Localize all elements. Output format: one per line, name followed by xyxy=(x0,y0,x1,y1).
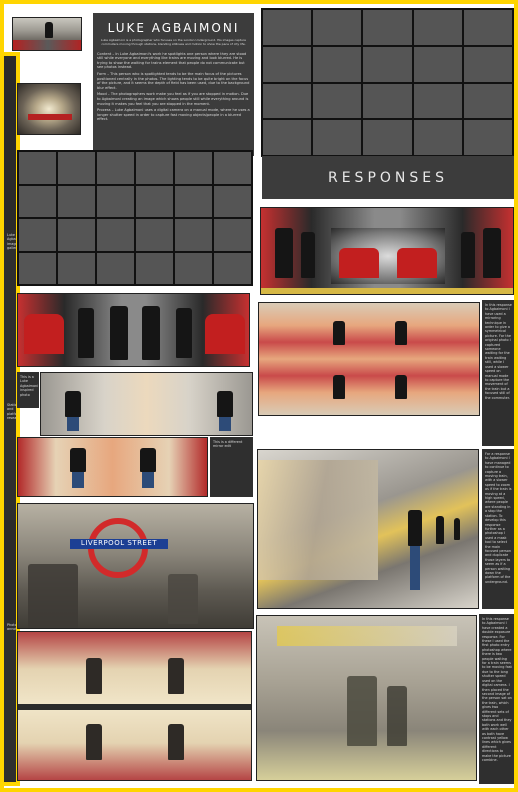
commuter-figure xyxy=(395,321,407,345)
commuter-figure xyxy=(275,228,293,278)
left-column-note: Luke Agbaimoni images gallery xyxy=(4,230,16,380)
photo-platform-motion-blur xyxy=(257,449,479,609)
form-paragraph: Form – This person who is spotlighted te… xyxy=(97,71,250,90)
commuter-figure xyxy=(454,518,460,540)
commuter-figure xyxy=(461,232,475,278)
photo-mirrored-train xyxy=(17,293,250,367)
intro-text: Luke Agbaimoni is a photographer who foc… xyxy=(100,38,247,46)
jeans-legs xyxy=(72,472,84,488)
station-name-line2: STREET xyxy=(127,539,158,547)
commuter-figure xyxy=(140,448,156,472)
commuter-figure xyxy=(86,724,102,760)
photo-liverpool-street: LIVERPOOL STREET xyxy=(17,503,254,629)
left-column-note: Photographer annotations xyxy=(4,620,16,780)
photo-mirrored-train-response xyxy=(260,207,514,295)
commuter-figure xyxy=(387,686,407,746)
station-name-bar: LIVERPOOL STREET xyxy=(70,539,168,549)
jeans-legs xyxy=(142,472,154,488)
small-note-1: This is a Luke Agbaimoni inspired photo xyxy=(17,372,39,408)
commuter-figure xyxy=(70,448,86,472)
commuter-figure xyxy=(142,306,160,360)
commuter-figure xyxy=(65,391,81,417)
artist-info-panel: LUKE AGBAIMONI Luke Agbaimoni is a photo… xyxy=(93,13,254,156)
photo-mirror-figure xyxy=(40,372,253,436)
commuter-figure xyxy=(301,232,315,278)
small-note-2: This is a different mirror edit xyxy=(210,437,253,497)
response-note-3: In this response to Agbaimoni I have cre… xyxy=(479,614,515,784)
commuter-figure xyxy=(168,574,198,624)
commuter-figure xyxy=(333,321,345,345)
photo-blurred-symmetry xyxy=(258,302,480,416)
commuter-figure xyxy=(78,308,94,358)
response-note-1: In this response to Agbaimoni I have use… xyxy=(482,300,515,446)
commuter-figure xyxy=(333,375,345,399)
responses-banner: RESPONSES xyxy=(262,156,514,199)
photo-mirrored-blur-figures xyxy=(17,437,208,497)
content-paragraph: Content – In Luke Agbaimoni's work he sp… xyxy=(97,51,247,70)
commuter-figure xyxy=(483,228,501,278)
photo-tunnel-escalator xyxy=(17,83,81,135)
photo-double-exposure-symmetry xyxy=(17,631,252,781)
commuter-figure xyxy=(217,391,233,417)
photo-double-exposure-train xyxy=(256,615,477,781)
response-note-2: For a response to Agbaimoni I have manag… xyxy=(482,449,515,609)
commuter-figure xyxy=(395,375,407,399)
commuter-figure xyxy=(436,516,444,544)
jeans-legs xyxy=(410,546,420,590)
commuter-figure xyxy=(110,306,128,360)
mood-paragraph: Mood – The photographers work make you f… xyxy=(97,92,249,106)
commuter-figure xyxy=(45,22,53,38)
jeans-legs xyxy=(67,417,79,431)
contact-sheet-middle xyxy=(17,150,253,286)
process-paragraph: Process – Luke Agbaimoni uses a digital … xyxy=(97,108,250,122)
commuter-figure xyxy=(86,658,102,694)
page-title: LUKE AGBAIMONI xyxy=(107,21,240,35)
commuter-figure xyxy=(347,676,377,746)
jeans-legs xyxy=(219,417,231,431)
commuter-figure xyxy=(28,564,78,628)
commuter-figure xyxy=(176,308,192,358)
commuter-figure xyxy=(168,724,184,760)
commuter-figure xyxy=(408,510,422,546)
contact-sheet-top xyxy=(261,8,514,157)
station-name-line1: LIVERPOOL xyxy=(80,539,125,547)
left-column-note: Station and platform research xyxy=(4,400,16,520)
photo-platform-commuter xyxy=(12,17,82,51)
commuter-figure xyxy=(168,658,184,694)
responses-title: RESPONSES xyxy=(327,169,448,186)
